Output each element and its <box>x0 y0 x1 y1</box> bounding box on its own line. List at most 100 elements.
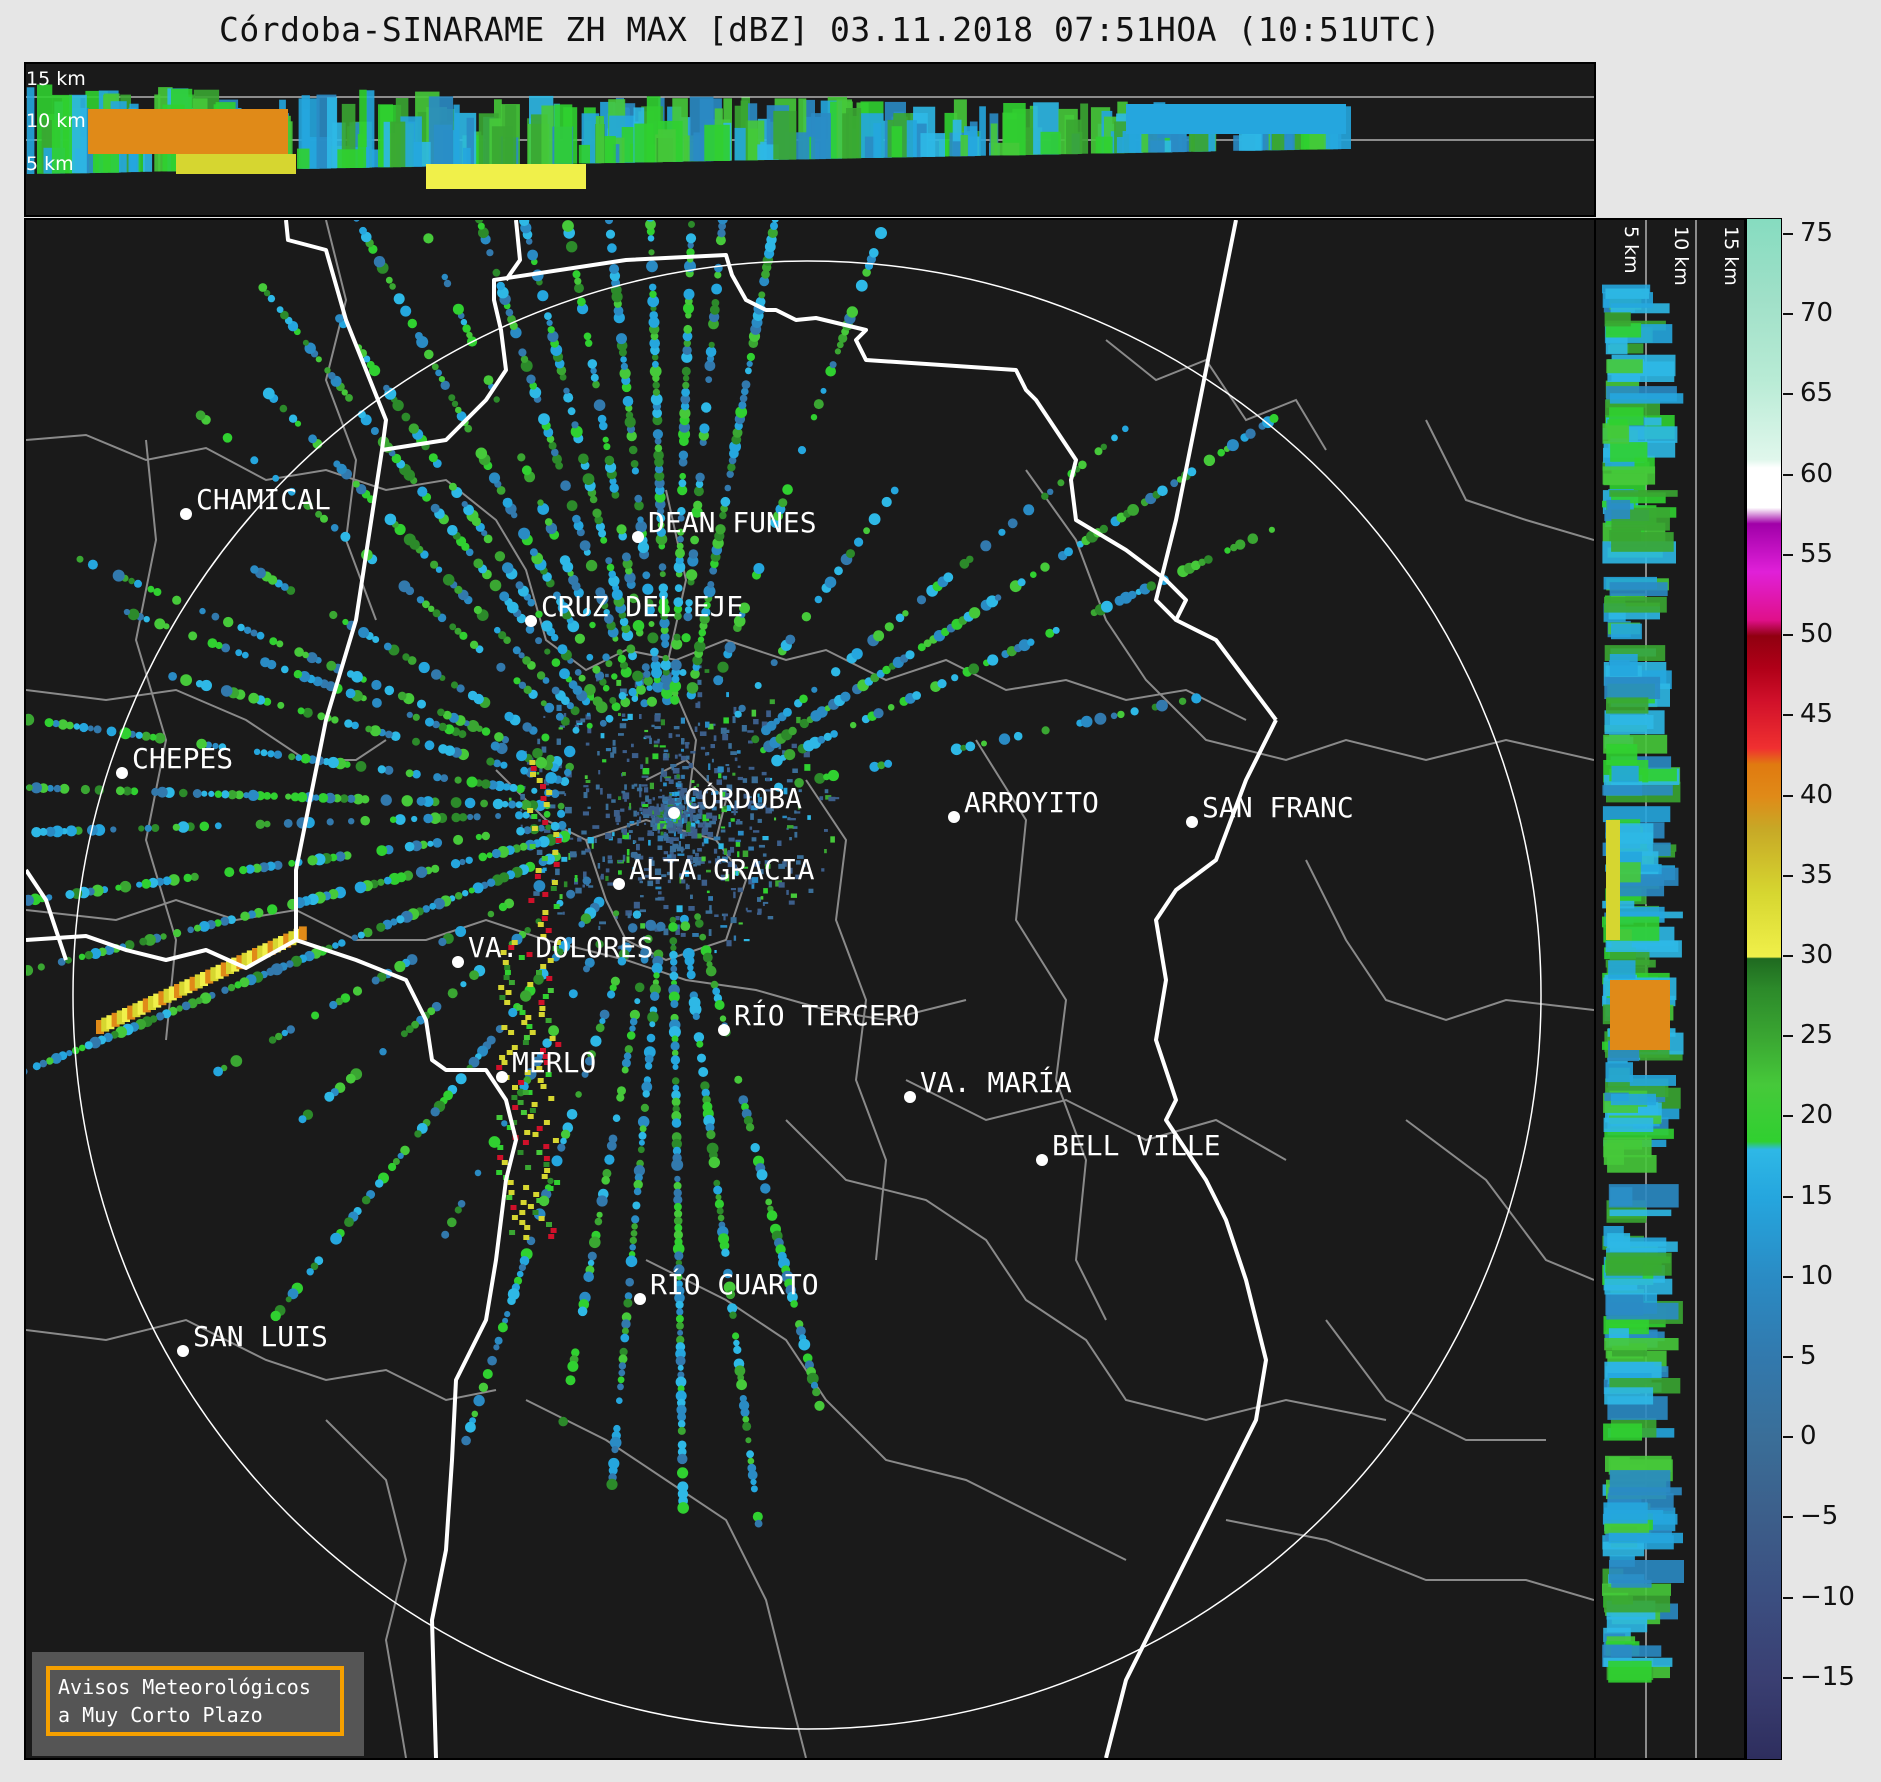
city-label: DEAN FUNES <box>648 506 817 539</box>
echo-cell <box>211 612 220 621</box>
cross-section-strong <box>1606 820 1620 940</box>
echo-cell <box>136 881 143 888</box>
echo-clutter <box>751 837 757 842</box>
echo-cell <box>695 472 705 482</box>
echo-clutter <box>748 846 754 851</box>
city-label: ALTA GRACIA <box>629 853 815 886</box>
echo-cell <box>455 926 467 937</box>
echo-cell <box>535 757 548 769</box>
echo-sierras <box>522 1090 529 1095</box>
echo-cell <box>84 951 93 960</box>
echo-clutter <box>725 764 730 767</box>
echo-cell <box>697 1053 706 1063</box>
echo-cell <box>606 1478 618 1490</box>
province-border <box>1104 719 1278 1758</box>
echo-cell <box>607 243 617 253</box>
echo-cell <box>869 248 879 258</box>
echo-cell <box>676 542 684 550</box>
echo-clutter <box>641 784 648 787</box>
echo-cell <box>797 446 807 455</box>
echo-clutter <box>667 820 673 828</box>
echo-cell <box>515 811 524 820</box>
cross-section-cell <box>1604 676 1661 699</box>
echo-cell <box>551 1155 563 1167</box>
echo-clutter <box>676 826 683 829</box>
echo-cell <box>416 596 425 604</box>
echo-clutter <box>533 891 540 896</box>
city-label: RÍO TERCERO <box>734 998 919 1032</box>
echo-sierras <box>539 1006 546 1011</box>
echo-clutter <box>682 766 689 770</box>
echo-clutter <box>621 790 626 794</box>
echo-cell <box>324 367 331 374</box>
echo-cell <box>467 690 478 701</box>
echo-clutter <box>777 840 782 846</box>
echo-cell <box>616 1093 625 1102</box>
echo-sierras <box>544 1168 551 1173</box>
echo-clutter <box>713 836 721 841</box>
echo-cell <box>466 776 478 788</box>
echo-cell <box>717 229 726 238</box>
echo-clutter <box>726 729 730 733</box>
echo-clutter <box>626 758 630 762</box>
echo-cell <box>406 711 413 718</box>
echo-cell <box>110 826 117 833</box>
cross-section-cell <box>554 104 573 164</box>
echo-cell <box>670 965 678 973</box>
echo-cell <box>746 360 753 367</box>
echo-clutter <box>736 819 741 825</box>
echo-clutter <box>605 875 609 881</box>
echo-cell <box>629 1017 638 1026</box>
echo-clutter <box>692 933 699 937</box>
echo-cell <box>302 339 309 346</box>
echo-cell <box>751 735 760 744</box>
echo-cell <box>454 1206 462 1214</box>
echo-cell <box>187 926 194 934</box>
radar-range-ring <box>72 260 1542 1730</box>
echo-sierras <box>555 838 562 843</box>
echo-cell <box>684 955 695 966</box>
echo-cell <box>311 1011 320 1020</box>
echo-clutter <box>718 843 724 850</box>
echo-cell <box>607 990 616 999</box>
echo-cell <box>1030 571 1037 578</box>
echo-cell <box>473 1394 485 1407</box>
echo-cell <box>1122 425 1129 433</box>
echo-cell <box>656 921 666 932</box>
echo-cell <box>710 980 719 989</box>
echo-cell <box>537 290 549 302</box>
echo-sierras <box>519 1220 526 1225</box>
echo-cell <box>646 1033 656 1043</box>
cross-section-cell <box>734 127 746 161</box>
echo-clutter <box>597 863 601 869</box>
echo-cell <box>574 283 584 294</box>
echo-clutter <box>652 753 659 760</box>
echo-clutter <box>599 921 606 925</box>
city-label: CHAMICAL <box>196 483 331 516</box>
echo-clutter <box>807 815 811 820</box>
echo-cell <box>676 1322 684 1330</box>
echo-cell <box>253 748 261 755</box>
chart-title: Córdoba-SINARAME ZH MAX [dBZ] 03.11.2018… <box>218 10 1442 49</box>
echo-clutter <box>678 841 681 847</box>
echo-cell <box>1146 581 1157 591</box>
colorbar-tick-label: 30 <box>1800 939 1834 970</box>
echo-clutter <box>586 788 590 793</box>
echo-cell <box>713 675 724 686</box>
echo-cell <box>414 1130 422 1138</box>
cross-section-cell <box>1610 1093 1656 1106</box>
echo-cell <box>654 444 663 452</box>
echo-clutter <box>713 735 717 742</box>
cross-section-cell <box>773 110 797 160</box>
echo-cell <box>670 659 682 671</box>
echo-cell <box>538 413 550 425</box>
echo-cell <box>46 1057 54 1065</box>
echo-cell <box>660 659 672 671</box>
echo-sierras <box>527 982 534 987</box>
echo-cell <box>412 737 420 746</box>
echo-clutter <box>769 699 775 705</box>
echo-cell <box>579 540 591 551</box>
echo-cell <box>487 1355 497 1366</box>
echo-cell <box>475 447 488 460</box>
echo-cell <box>966 555 974 563</box>
